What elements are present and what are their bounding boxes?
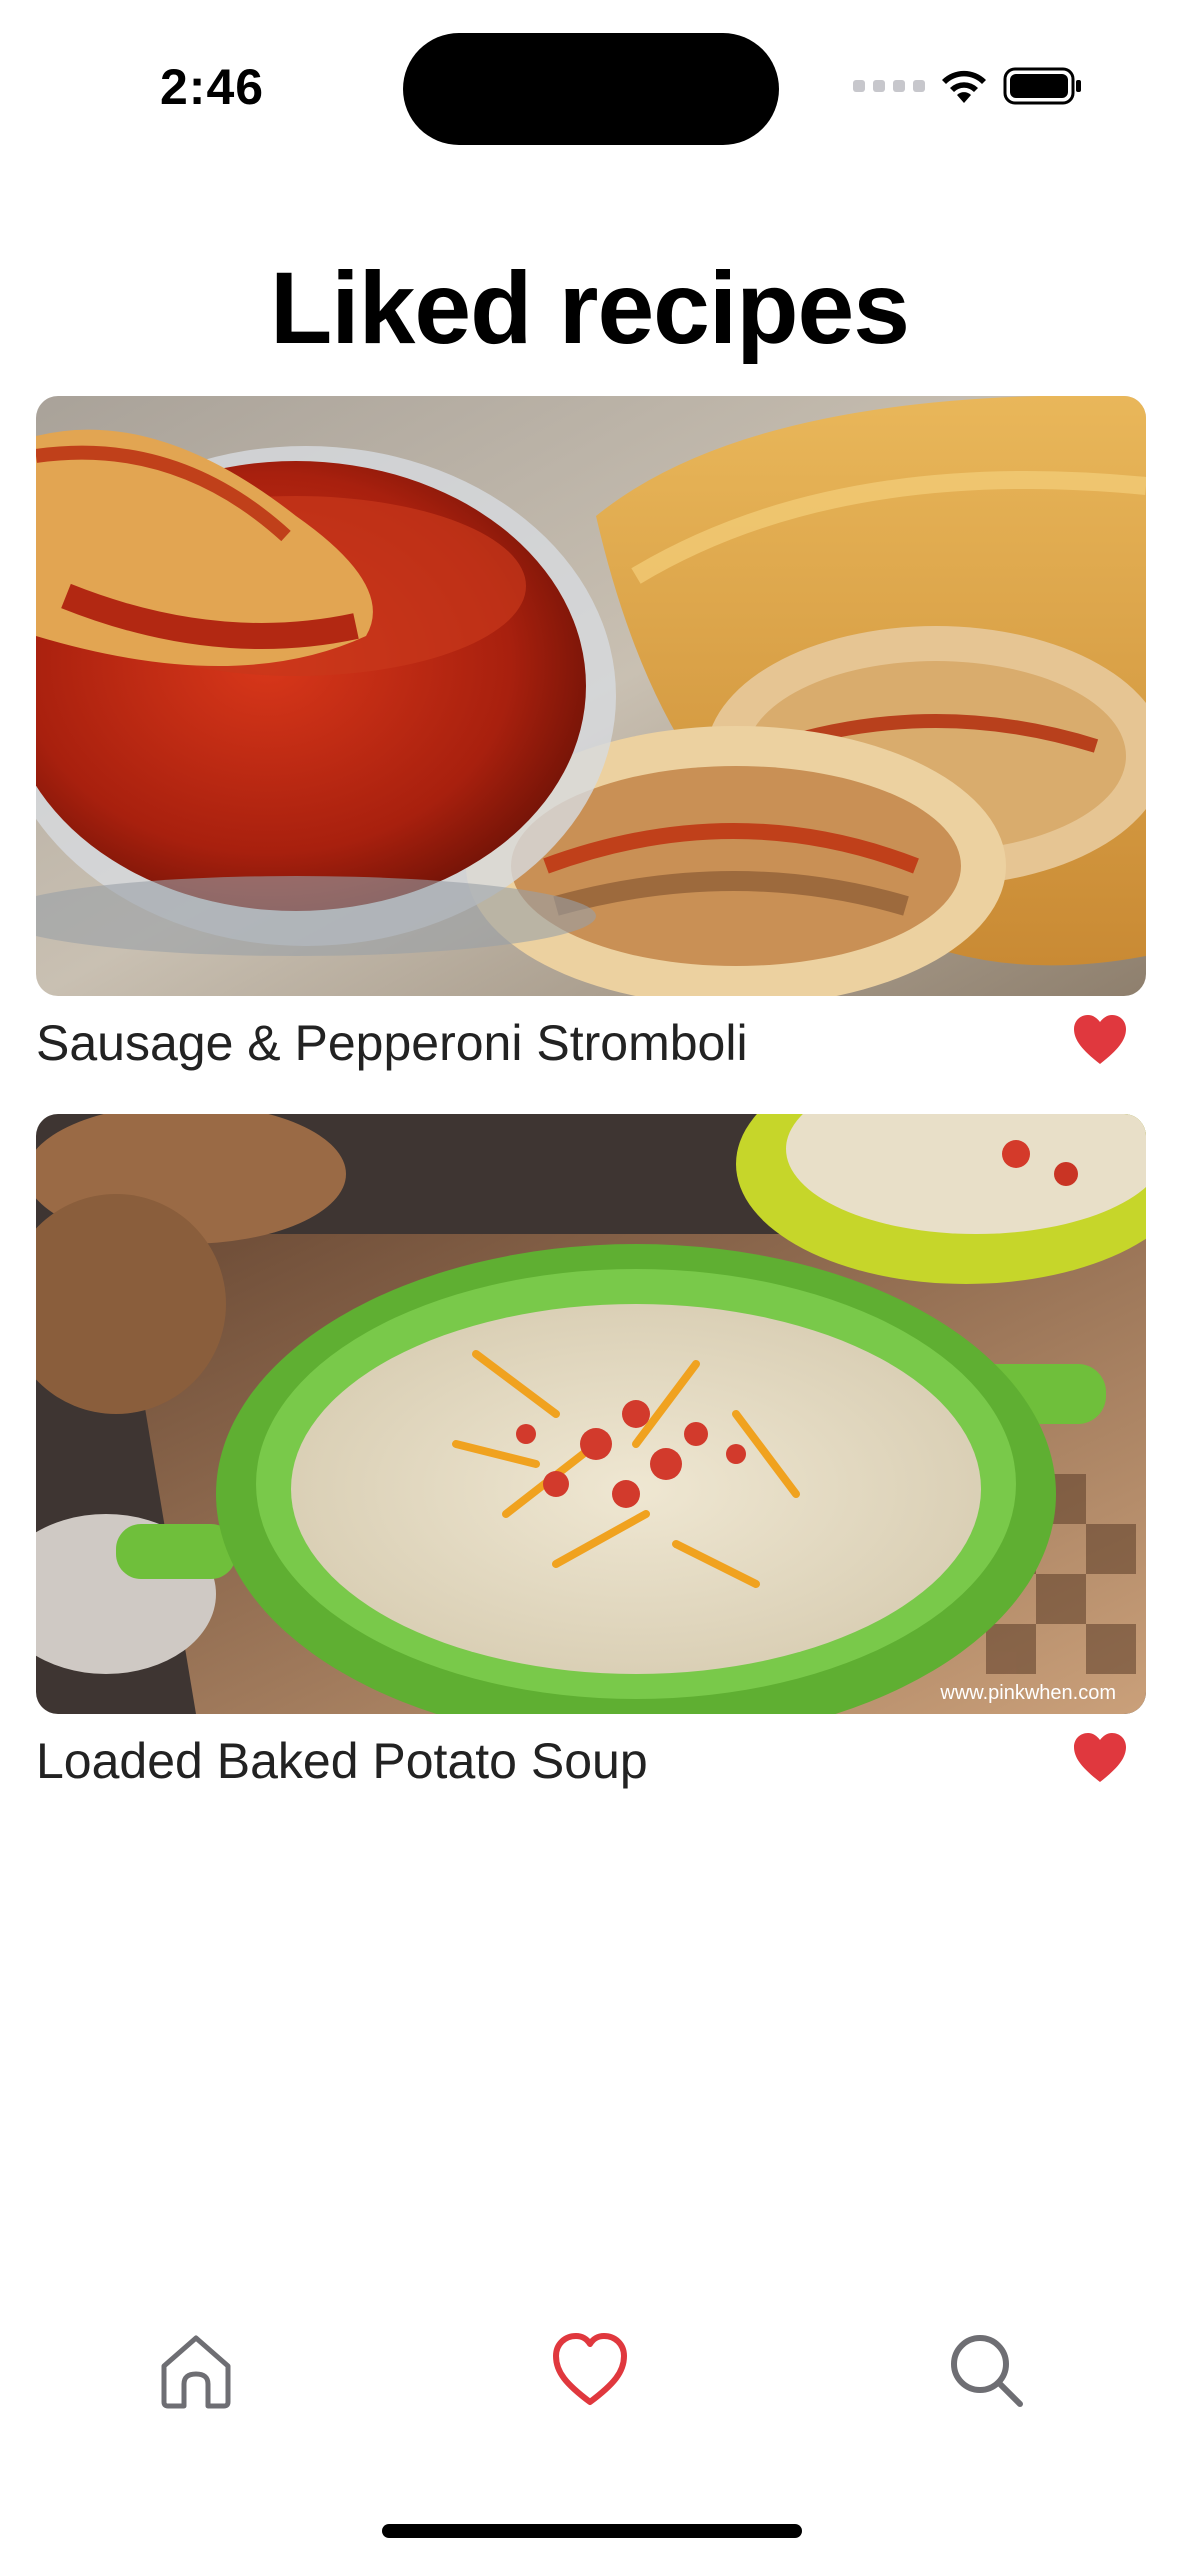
recipe-card[interactable]: www.pinkwhen.com Loaded Baked Potato Sou… bbox=[36, 1114, 1146, 1804]
recipe-card[interactable]: Sausage & Pepperoni Stromboli bbox=[36, 396, 1146, 1086]
wifi-icon bbox=[942, 70, 986, 103]
recipe-name[interactable]: Sausage & Pepperoni Stromboli bbox=[36, 1014, 748, 1072]
recipe-name[interactable]: Loaded Baked Potato Soup bbox=[36, 1732, 648, 1790]
recipe-footer: Loaded Baked Potato Soup bbox=[36, 1714, 1146, 1804]
liked-heart-icon[interactable] bbox=[1072, 1732, 1128, 1784]
stromboli-photo[interactable] bbox=[36, 396, 1146, 996]
recipe-footer: Sausage & Pepperoni Stromboli bbox=[36, 996, 1146, 1086]
search-icon[interactable] bbox=[946, 2330, 1026, 2410]
heart-icon[interactable] bbox=[550, 2330, 630, 2410]
liked-recipes-screen: 2:46 Liked recipes Sausage & Pepperoni S… bbox=[0, 0, 1179, 2556]
page-title: Liked recipes bbox=[270, 251, 910, 365]
status-time: 2:46 bbox=[160, 59, 265, 115]
dynamic-island bbox=[403, 33, 779, 145]
status-icons bbox=[853, 64, 1083, 108]
home-indicator[interactable] bbox=[382, 2524, 802, 2538]
liked-heart-icon[interactable] bbox=[1072, 1014, 1128, 1066]
potato-soup-photo[interactable]: www.pinkwhen.com bbox=[36, 1114, 1146, 1714]
cellular-signal-icon bbox=[853, 80, 925, 92]
battery-icon bbox=[1003, 67, 1081, 105]
home-icon[interactable] bbox=[156, 2330, 236, 2410]
photo-watermark: www.pinkwhen.com bbox=[939, 1682, 1116, 1704]
